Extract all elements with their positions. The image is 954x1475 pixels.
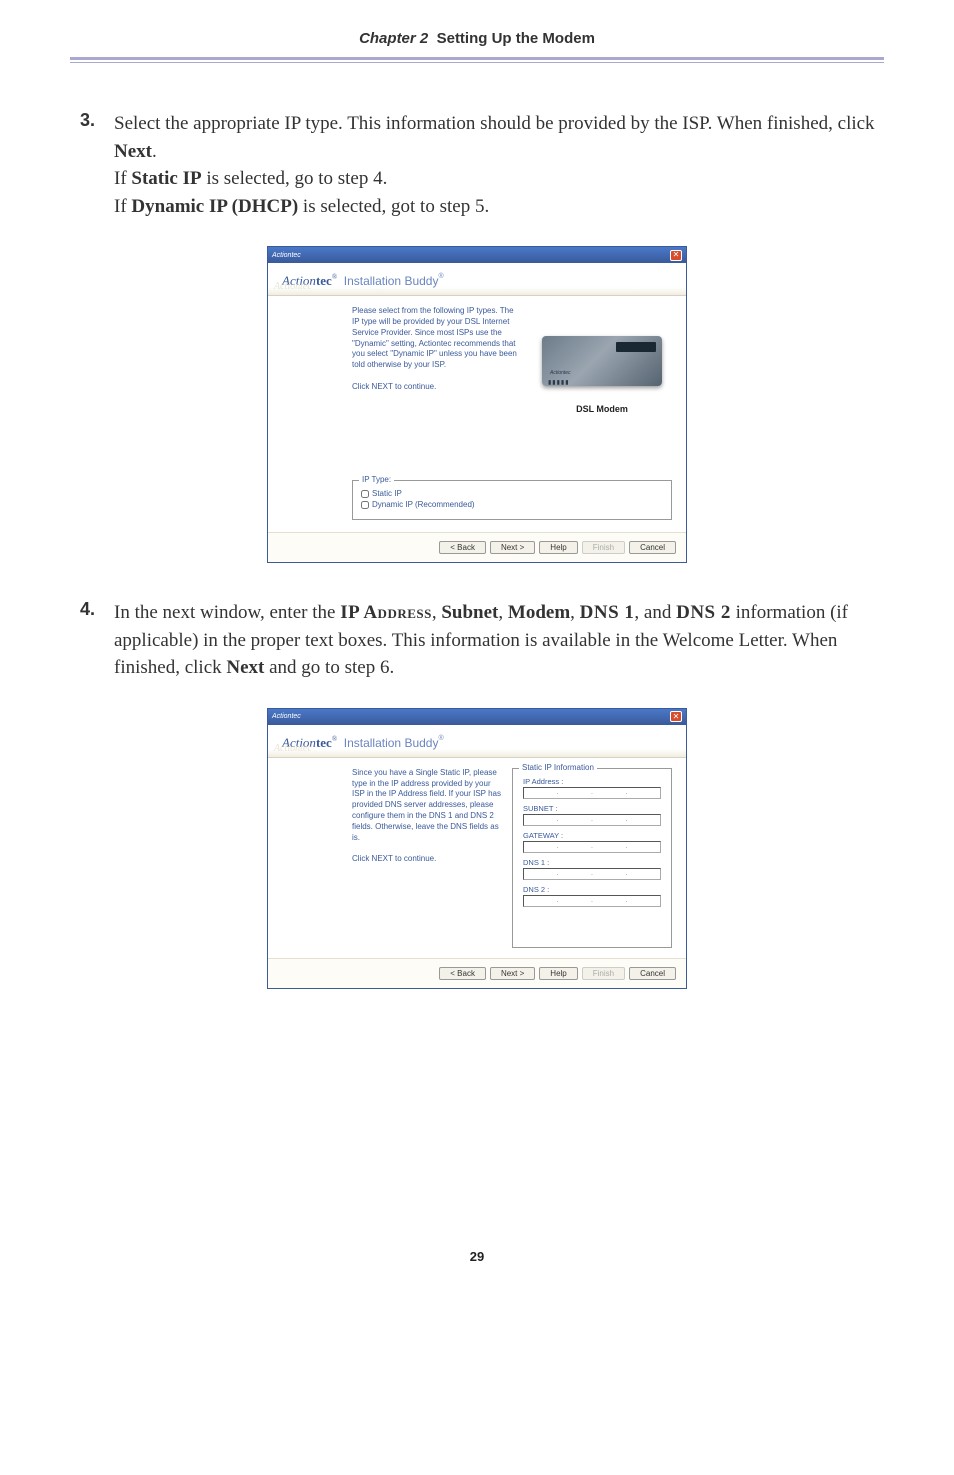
titlebar-text: Actiontec: [272, 713, 670, 720]
help-button[interactable]: Help: [539, 967, 577, 980]
modem-caption: DSL Modem: [576, 404, 628, 414]
ip-type-group: IP Type: Static IP Dynamic IP (Recommend…: [352, 480, 672, 520]
titlebar: Actiontec ✕: [268, 709, 686, 725]
step-number: 4.: [80, 599, 114, 682]
instructions-text: Since you have a Single Static IP, pleas…: [352, 768, 502, 948]
option-dynamic-ip[interactable]: Dynamic IP (Recommended): [361, 500, 663, 509]
back-button[interactable]: < Back: [439, 541, 486, 554]
group-legend: Static IP Information: [519, 763, 597, 772]
close-icon[interactable]: ✕: [670, 250, 682, 261]
static-ip-group: Static IP Information IP Address : ... S…: [512, 768, 672, 948]
close-icon[interactable]: ✕: [670, 711, 682, 722]
finish-button: Finish: [582, 967, 625, 980]
help-button[interactable]: Help: [539, 541, 577, 554]
titlebar: Actiontec ✕: [268, 247, 686, 263]
instructions-text: Please select from the following IP type…: [352, 306, 518, 466]
gateway-label: GATEWAY :: [523, 831, 661, 840]
finish-button: Finish: [582, 541, 625, 554]
group-legend: IP Type:: [359, 475, 394, 484]
option-static-ip[interactable]: Static IP: [361, 489, 663, 498]
brand-bar: Actiontec® Installation Buddy® Actiontec: [268, 263, 686, 296]
installer-dialog-static-ip: Actiontec ✕ Actiontec® Installation Budd…: [267, 708, 687, 989]
ip-address-label: IP Address :: [523, 777, 661, 786]
modem-image: DSL Modem Actiontec ▮▮▮▮▮: [542, 336, 662, 386]
chapter-header: Chapter 2 Setting Up the Modem: [70, 30, 884, 60]
ip-address-input[interactable]: ...: [523, 787, 661, 799]
next-button[interactable]: Next >: [490, 541, 535, 554]
dynamic-ip-checkbox[interactable]: [361, 501, 369, 509]
titlebar-text: Actiontec: [272, 252, 670, 259]
subnet-input[interactable]: ...: [523, 814, 661, 826]
gateway-input[interactable]: ...: [523, 841, 661, 853]
cancel-button[interactable]: Cancel: [629, 541, 676, 554]
back-button[interactable]: < Back: [439, 967, 486, 980]
dns1-label: DNS 1 :: [523, 858, 661, 867]
subnet-label: SUBNET :: [523, 804, 661, 813]
installer-dialog-ip-type: Actiontec ✕ Actiontec® Installation Budd…: [267, 246, 687, 563]
static-ip-checkbox[interactable]: [361, 490, 369, 498]
step-body: Select the appropriate IP type. This inf…: [114, 110, 884, 220]
chapter-title: Setting Up the Modem: [437, 30, 595, 47]
next-button[interactable]: Next >: [490, 967, 535, 980]
page-number: 29: [70, 1249, 884, 1264]
step-body: In the next window, enter the IP Address…: [114, 599, 884, 682]
dns2-label: DNS 2 :: [523, 885, 661, 894]
dns2-input[interactable]: ...: [523, 895, 661, 907]
dns1-input[interactable]: ...: [523, 868, 661, 880]
step-4: 4. In the next window, enter the IP Addr…: [80, 599, 884, 682]
cancel-button[interactable]: Cancel: [629, 967, 676, 980]
step-3: 3. Select the appropriate IP type. This …: [80, 110, 884, 220]
brand-bar: Actiontec® Installation Buddy® Actiontec: [268, 725, 686, 758]
step-number: 3.: [80, 110, 114, 220]
chapter-label: Chapter 2: [359, 30, 428, 47]
